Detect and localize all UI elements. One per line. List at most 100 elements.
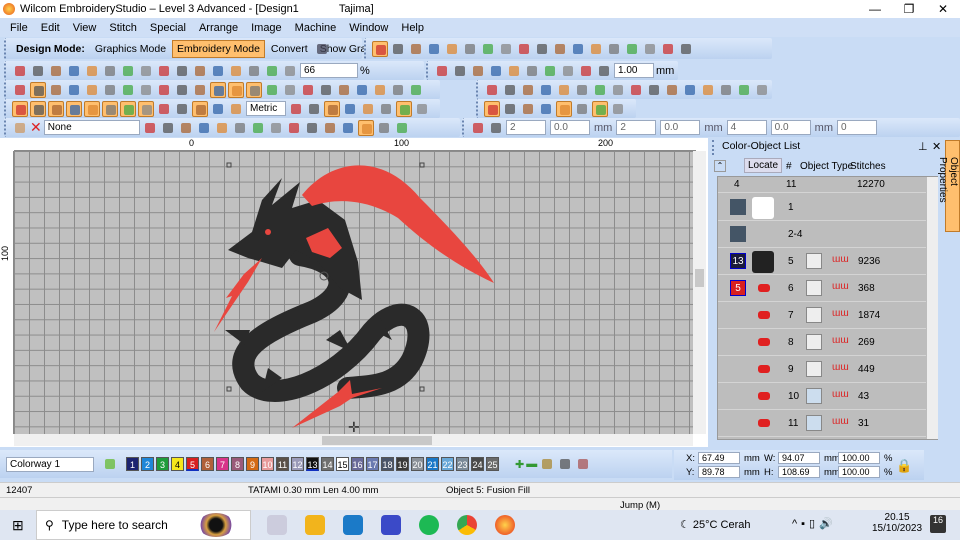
list-item[interactable]: 10 ɯɯ 43 [718,383,926,410]
ring-icon[interactable] [210,101,226,117]
weld-icon[interactable] [560,63,576,79]
wave2-icon[interactable] [318,82,334,98]
system-tray-icons[interactable]: ^▪▯🔊 [792,517,837,530]
colorway-select[interactable]: Colorway 1 [6,456,94,472]
lock-color-icon[interactable] [520,82,536,98]
color-swatch[interactable]: 2 [141,457,154,471]
width-icon[interactable] [736,82,752,98]
close-button[interactable]: ✕ [926,0,960,18]
grid-dots-icon[interactable] [268,120,284,136]
scale-x-input[interactable]: 100.00 [838,452,880,464]
color-palette-icon[interactable] [102,456,118,472]
spread-icon[interactable] [340,120,356,136]
color-wheel-icon[interactable] [174,101,190,117]
color-swatch[interactable]: 3 [156,457,169,471]
color-object-list[interactable]: 4 11 12270 1 2-4 13 5 ɯɯ 9236 5 6 ɯɯ 368 7 ɯɯ 1874 8 ɯ… [717,176,938,440]
target-icon[interactable] [250,120,266,136]
color-swatch[interactable]: 11 [276,457,289,471]
print-preview-icon[interactable] [84,63,100,79]
color-bars-icon[interactable] [575,456,591,472]
offset-input[interactable]: 1.00 [614,63,654,78]
color-swatch[interactable]: 19 [396,457,409,471]
triangle2-icon[interactable] [264,82,280,98]
redo-arrow-icon[interactable] [246,63,262,79]
arc-icon[interactable] [552,41,568,57]
polyline-icon[interactable] [516,41,532,57]
wave-icon[interactable] [120,82,136,98]
units-select[interactable]: Metric [246,101,286,116]
stitch-colors-icon[interactable] [192,100,208,117]
run-icon[interactable] [48,82,64,98]
checkbox-icon[interactable] [538,101,554,117]
subtract-icon[interactable] [470,63,486,79]
print-icon[interactable] [102,63,118,79]
menu-special[interactable]: Special [150,22,186,34]
export-icon[interactable] [66,63,82,79]
stamp-icon[interactable] [378,101,394,117]
pattern2-icon[interactable] [178,120,194,136]
size-icon[interactable] [718,82,734,98]
back-icon[interactable] [578,63,594,79]
grid-on-icon[interactable] [120,100,136,117]
lock-icon[interactable] [538,82,554,98]
text-icon[interactable] [570,41,586,57]
design-canvas[interactable]: ✛ [14,151,693,434]
grid-icon[interactable] [66,82,82,98]
front-icon[interactable] [596,63,612,79]
collapse-all-icon[interactable]: ⌃ [714,160,726,172]
list-item[interactable]: 1 [718,194,926,221]
list-item[interactable]: 9 ɯɯ 449 [718,356,926,383]
3d-fill-icon[interactable] [156,82,172,98]
zoom-out-icon[interactable] [282,63,298,79]
filter-icon[interactable] [574,101,590,117]
align-left-icon[interactable] [574,82,590,98]
stitch-bar-icon[interactable] [342,101,358,117]
property-input[interactable]: 0.0 [770,120,811,135]
menu-arrange[interactable]: Arrange [199,22,238,34]
group-icon[interactable] [484,82,500,98]
contour-icon[interactable] [228,81,244,98]
remove-unused-icon[interactable] [557,456,573,472]
diamond-icon[interactable] [606,41,622,57]
zoom-box-icon[interactable] [120,63,136,79]
chrome-icon[interactable] [457,515,477,535]
connect3-icon[interactable] [232,120,248,136]
effect-icon[interactable] [210,81,226,98]
table-icon[interactable] [138,100,154,117]
list-item[interactable]: 5 6 ɯɯ 368 [718,275,926,302]
paste-icon[interactable] [210,63,226,79]
fill-auto-icon[interactable] [470,120,486,136]
color-swatch[interactable]: 17 [366,457,379,471]
list-scrollbar[interactable] [927,177,938,439]
window-icon[interactable] [360,101,376,117]
menu-view[interactable]: View [73,22,97,34]
align-middle-icon[interactable] [646,82,662,98]
outline-icon[interactable] [524,63,540,79]
file-explorer-icon[interactable] [305,515,325,535]
color-swatch[interactable]: 16 [351,457,364,471]
save-as-icon[interactable] [138,63,154,79]
color-swatch[interactable]: 24 [471,457,484,471]
x-input[interactable]: 67.49 [698,452,740,464]
team-names-icon[interactable] [588,41,604,57]
needle-icon[interactable] [556,100,572,117]
pattern1-icon[interactable] [160,120,176,136]
color-swatch[interactable]: 20 [411,457,424,471]
intersect-icon[interactable] [452,63,468,79]
undo-arrow-icon[interactable] [228,63,244,79]
palette-grid-icon[interactable] [324,100,340,117]
crop-icon[interactable] [502,101,518,117]
offset-icon[interactable] [624,41,640,57]
object-properties-tab[interactable]: Object Properties [937,140,960,232]
windows-start-icon[interactable]: ⊞ [12,517,24,534]
color-swatch[interactable]: 15 [336,457,349,471]
closed-shape-icon[interactable] [480,41,496,57]
scale-y-input[interactable]: 100.00 [838,466,880,478]
menu-stitch[interactable]: Stitch [109,22,137,34]
convert-button[interactable]: Convert [267,41,312,57]
sequence-icon[interactable] [394,120,410,136]
satin-wide-icon[interactable] [192,82,208,98]
color-swatch[interactable]: 9 [246,457,259,471]
color-sphere-icon[interactable] [286,120,302,136]
color-swatch[interactable]: 25 [486,457,499,471]
